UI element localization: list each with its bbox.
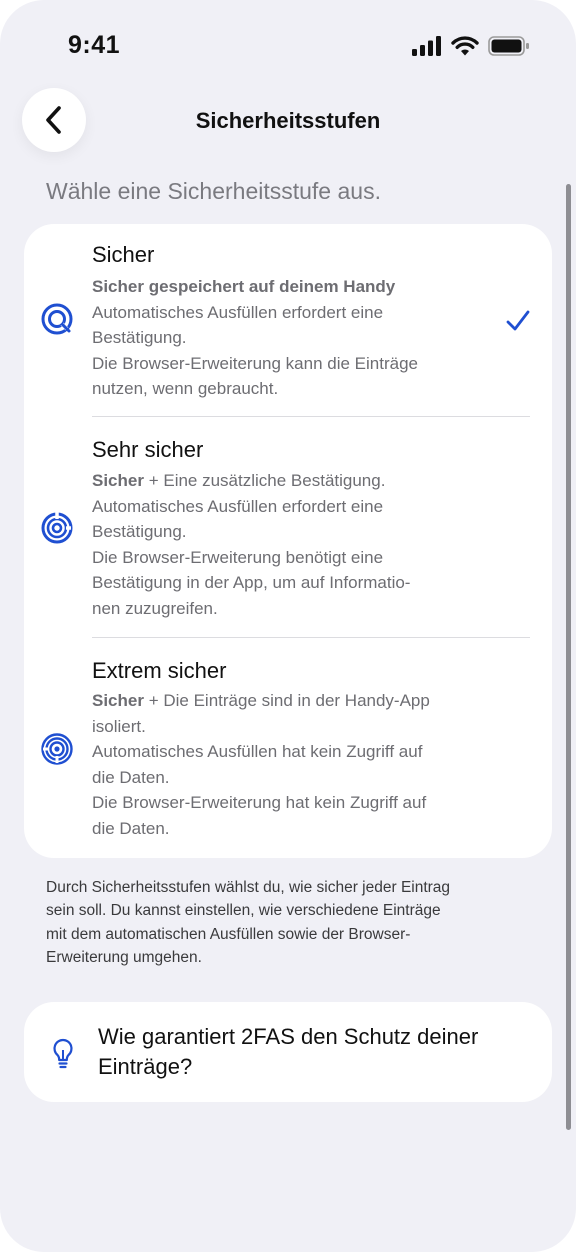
tier-line: isoliert. [92,716,146,736]
tier-line: Sicher + Eine zusätzliche Bestätigung. [92,468,492,494]
tier-line-rest: + Eine zusätzliche Bestätigung. [143,471,386,490]
tier-line: Automatisches Ausfüllen hat kein Zugriff… [92,742,423,762]
tier-title: Sicher [92,242,155,267]
tier-bold-prefix: Sicher [92,691,144,710]
top-secret-tier-icon [41,733,73,765]
tier-line: Bestätigung in der App, um auf Informati… [92,573,411,593]
status-bar: 9:41 [0,0,576,80]
footnote-line: Durch Sicherheitsstufen wählst du, wie s… [46,879,451,896]
lightbulb-icon [53,1038,73,1069]
scrollbar[interactable] [566,184,571,1130]
tier-description: Sicher + Eine zusätzliche Bestätigung. A… [92,468,492,622]
tier-line: nen zuzugreifen. [92,598,218,618]
tier-option-top-secret[interactable]: Extrem sicher Sicher + Die Einträge sind… [24,638,552,858]
footnote-line: mit dem automatischen Ausfüllen sowie de… [46,925,411,943]
tier-line: Die Browser-Erweiterung benötigt eine [92,547,384,567]
tier-title: Extrem sicher [92,658,227,683]
tier-line: Automatisches Ausfüllen erfordert eine [92,496,384,516]
battery-icon [488,36,529,56]
tier-line: die Daten. [92,818,170,838]
tier-line: Automatisches Ausfüllen erfordert eine [92,302,384,322]
tier-line: Bestätigung. [92,328,187,348]
security-tier-list: Sicher Sicher gespeichert auf deinem Han… [24,224,552,858]
checkmark-icon [506,310,530,331]
status-icons [412,36,530,56]
tier-option-high-secure[interactable]: Sehr sicher Sicher + Eine zusätzliche Be… [24,417,552,637]
tier-line: Sicher + Die Einträge sind in der Handy-… [92,688,492,714]
tier-line: Die Browser-Erweiterung hat kein Zugriff… [92,793,427,813]
page-title: Sicherheitsstufen [195,108,381,133]
faq-line: Wie garantiert 2FAS den Schutz deiner [98,1024,479,1049]
status-time: 9:41 [68,31,121,59]
section-title: Wähle eine Sicherheitsstufe aus. [46,178,381,204]
wifi-icon [451,36,479,56]
cellular-signal-icon [412,36,441,56]
phone-screen: 9:41 Sicherheitsstufen Wähle eine Sicher… [0,0,576,1252]
tier-option-secure[interactable]: Sicher Sicher gespeichert auf deinem Han… [24,224,552,416]
footnote-line: sein soll. Du kannst einstellen, wie ver… [46,902,441,920]
security-tier-footnote: Durch Sicherheitsstufen wählst du, wie s… [46,876,536,970]
high-secure-tier-icon [41,512,73,544]
tier-line: Bestätigung. [92,522,187,542]
tier-line: Sicher gespeichert auf deinem Handy [92,277,396,296]
tier-description: Sicher + Die Einträge sind in der Handy-… [92,688,492,842]
faq-protection-link[interactable]: Wie garantiert 2FAS den Schutz deiner Ei… [24,1002,552,1102]
tier-description: Sicher gespeichert auf deinem Handy Auto… [92,274,492,402]
tier-title: Sehr sicher [92,437,204,462]
tier-line-rest: + Die Einträge sind in der Handy-App [143,691,430,710]
faq-text: Wie garantiert 2FAS den Schutz deiner Ei… [98,1022,538,1082]
footnote-line: Erweiterung umgehen. [46,949,202,967]
tier-line: Die Browser-Erweiterung kann die Einträg… [92,353,418,373]
chevron-left-icon [46,106,61,134]
tier-line: die Daten. [92,767,170,787]
tier-bold-prefix: Sicher [92,471,144,490]
tier-line: nutzen, wenn gebraucht. [92,379,279,399]
back-button[interactable] [22,88,86,152]
secure-tier-icon [41,303,73,335]
faq-line: Einträge? [98,1054,193,1079]
